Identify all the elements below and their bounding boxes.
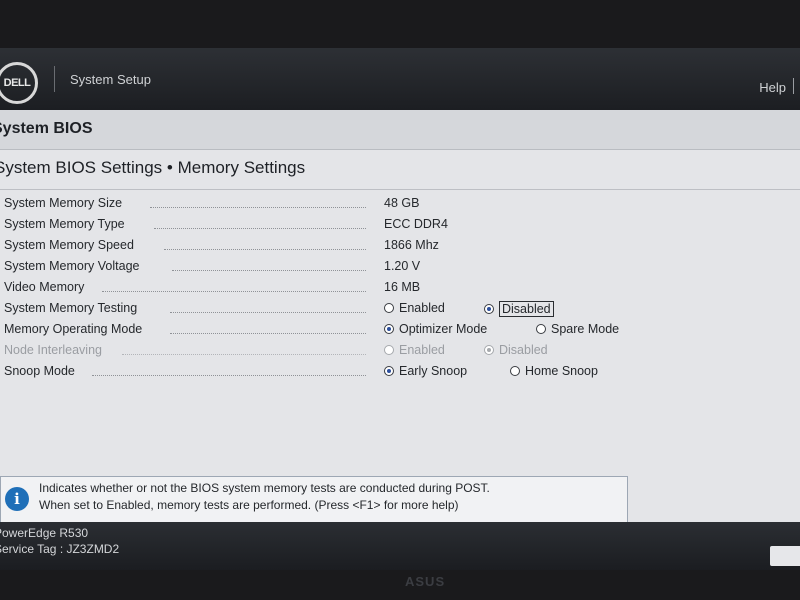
help-text-line-1: Indicates whether or not the BIOS system… xyxy=(39,481,490,495)
option-label: Disabled xyxy=(499,343,548,357)
page-title: System BIOS Settings • Memory Settings xyxy=(0,158,306,177)
dotted-leader xyxy=(154,228,366,229)
option-label: Home Snoop xyxy=(525,364,598,378)
dotted-leader xyxy=(102,291,366,292)
dell-logo: DELL xyxy=(0,62,38,104)
service-tag: Service Tag : JZ3ZMD2 xyxy=(0,542,120,556)
option-early-snoop[interactable]: Early Snoop xyxy=(384,364,467,378)
help-text: Indicates whether or not the BIOS system… xyxy=(39,480,619,514)
setting-row-memory-testing[interactable]: System Memory Testing Enabled Disabled xyxy=(0,301,800,321)
section-header: System BIOS xyxy=(0,110,800,150)
dotted-leader xyxy=(172,270,366,271)
setting-row-memory-speed: System Memory Speed 1866 Mhz xyxy=(0,238,800,258)
section-title[interactable]: System BIOS xyxy=(0,120,92,138)
setting-row-memory-voltage: System Memory Voltage 1.20 V xyxy=(0,259,800,279)
dotted-leader xyxy=(92,375,366,376)
radio-unchecked-icon xyxy=(384,345,394,355)
radio-unchecked-icon[interactable] xyxy=(384,303,394,313)
help-link[interactable]: Help xyxy=(759,80,786,95)
setting-label: Video Memory xyxy=(4,280,85,294)
title-divider xyxy=(0,189,800,190)
dotted-leader xyxy=(170,312,366,313)
system-model: PowerEdge R530 xyxy=(0,526,89,540)
setting-row-operating-mode[interactable]: Memory Operating Mode Optimizer Mode Spa… xyxy=(0,322,800,342)
setting-label: Snoop Mode xyxy=(4,364,75,378)
option-disabled[interactable]: Disabled xyxy=(484,301,554,317)
setting-label: System Memory Speed xyxy=(4,238,134,252)
setting-value: ECC DDR4 xyxy=(384,217,448,231)
setting-row-node-interleaving: Node Interleaving Enabled Disabled xyxy=(0,343,800,363)
radio-checked-icon xyxy=(484,345,494,355)
option-label: Enabled xyxy=(399,343,445,357)
help-info-box: i Indicates whether or not the BIOS syst… xyxy=(0,476,628,524)
option-label: Spare Mode xyxy=(551,322,620,336)
setting-row-memory-type: System Memory Type ECC DDR4 xyxy=(0,217,800,237)
setting-value: 48 GB xyxy=(384,196,420,210)
radio-checked-icon[interactable] xyxy=(384,366,394,376)
help-separator xyxy=(793,78,794,94)
setting-value: 1866 Mhz xyxy=(384,238,439,252)
option-enabled[interactable]: Enabled xyxy=(384,301,445,315)
setting-row-snoop-mode[interactable]: Snoop Mode Early Snoop Home Snoop xyxy=(0,364,800,384)
app-title: System Setup xyxy=(70,72,151,87)
option-optimizer-mode[interactable]: Optimizer Mode xyxy=(384,322,487,336)
option-spare-mode[interactable]: Spare Mode xyxy=(536,322,619,336)
setting-value: 16 MB xyxy=(384,280,421,294)
radio-checked-icon[interactable] xyxy=(384,324,394,334)
radio-checked-icon[interactable] xyxy=(484,304,494,314)
setting-label: Node Interleaving xyxy=(4,343,102,357)
setting-value: 1.20 V xyxy=(384,259,421,273)
top-bar: DELL System Setup Help xyxy=(0,48,800,110)
info-icon: i xyxy=(5,487,29,511)
setting-label: System Memory Testing xyxy=(4,301,138,315)
bios-screen: DELL System Setup Help System BIOS Syste… xyxy=(0,48,800,570)
dotted-leader xyxy=(170,333,366,334)
dotted-leader xyxy=(122,354,366,355)
radio-unchecked-icon[interactable] xyxy=(510,366,520,376)
setting-row-video-memory: Video Memory 16 MB xyxy=(0,280,800,300)
option-label: Optimizer Mode xyxy=(399,322,488,336)
option-label: Early Snoop xyxy=(399,364,468,378)
footer-bar: PowerEdge R530 Service Tag : JZ3ZMD2 xyxy=(0,522,800,570)
option-home-snoop[interactable]: Home Snoop xyxy=(510,364,598,378)
option-enabled: Enabled xyxy=(384,343,445,357)
setting-label: System Memory Size xyxy=(4,196,123,210)
help-text-line-2: When set to Enabled, memory tests are pe… xyxy=(39,498,459,512)
setting-label: System Memory Voltage xyxy=(4,259,140,273)
dotted-leader xyxy=(164,249,366,250)
option-label-focused: Disabled xyxy=(499,301,554,317)
dotted-leader xyxy=(150,207,366,208)
monitor-brand-logo: ASUS xyxy=(405,574,446,589)
option-disabled: Disabled xyxy=(484,343,548,357)
topbar-divider xyxy=(54,66,55,92)
finish-button[interactable] xyxy=(770,546,800,566)
radio-unchecked-icon[interactable] xyxy=(536,324,546,334)
setting-label: Memory Operating Mode xyxy=(4,322,143,336)
setting-row-memory-size: System Memory Size 48 GB xyxy=(0,196,800,216)
setting-label: System Memory Type xyxy=(4,217,125,231)
option-label: Enabled xyxy=(399,301,445,315)
